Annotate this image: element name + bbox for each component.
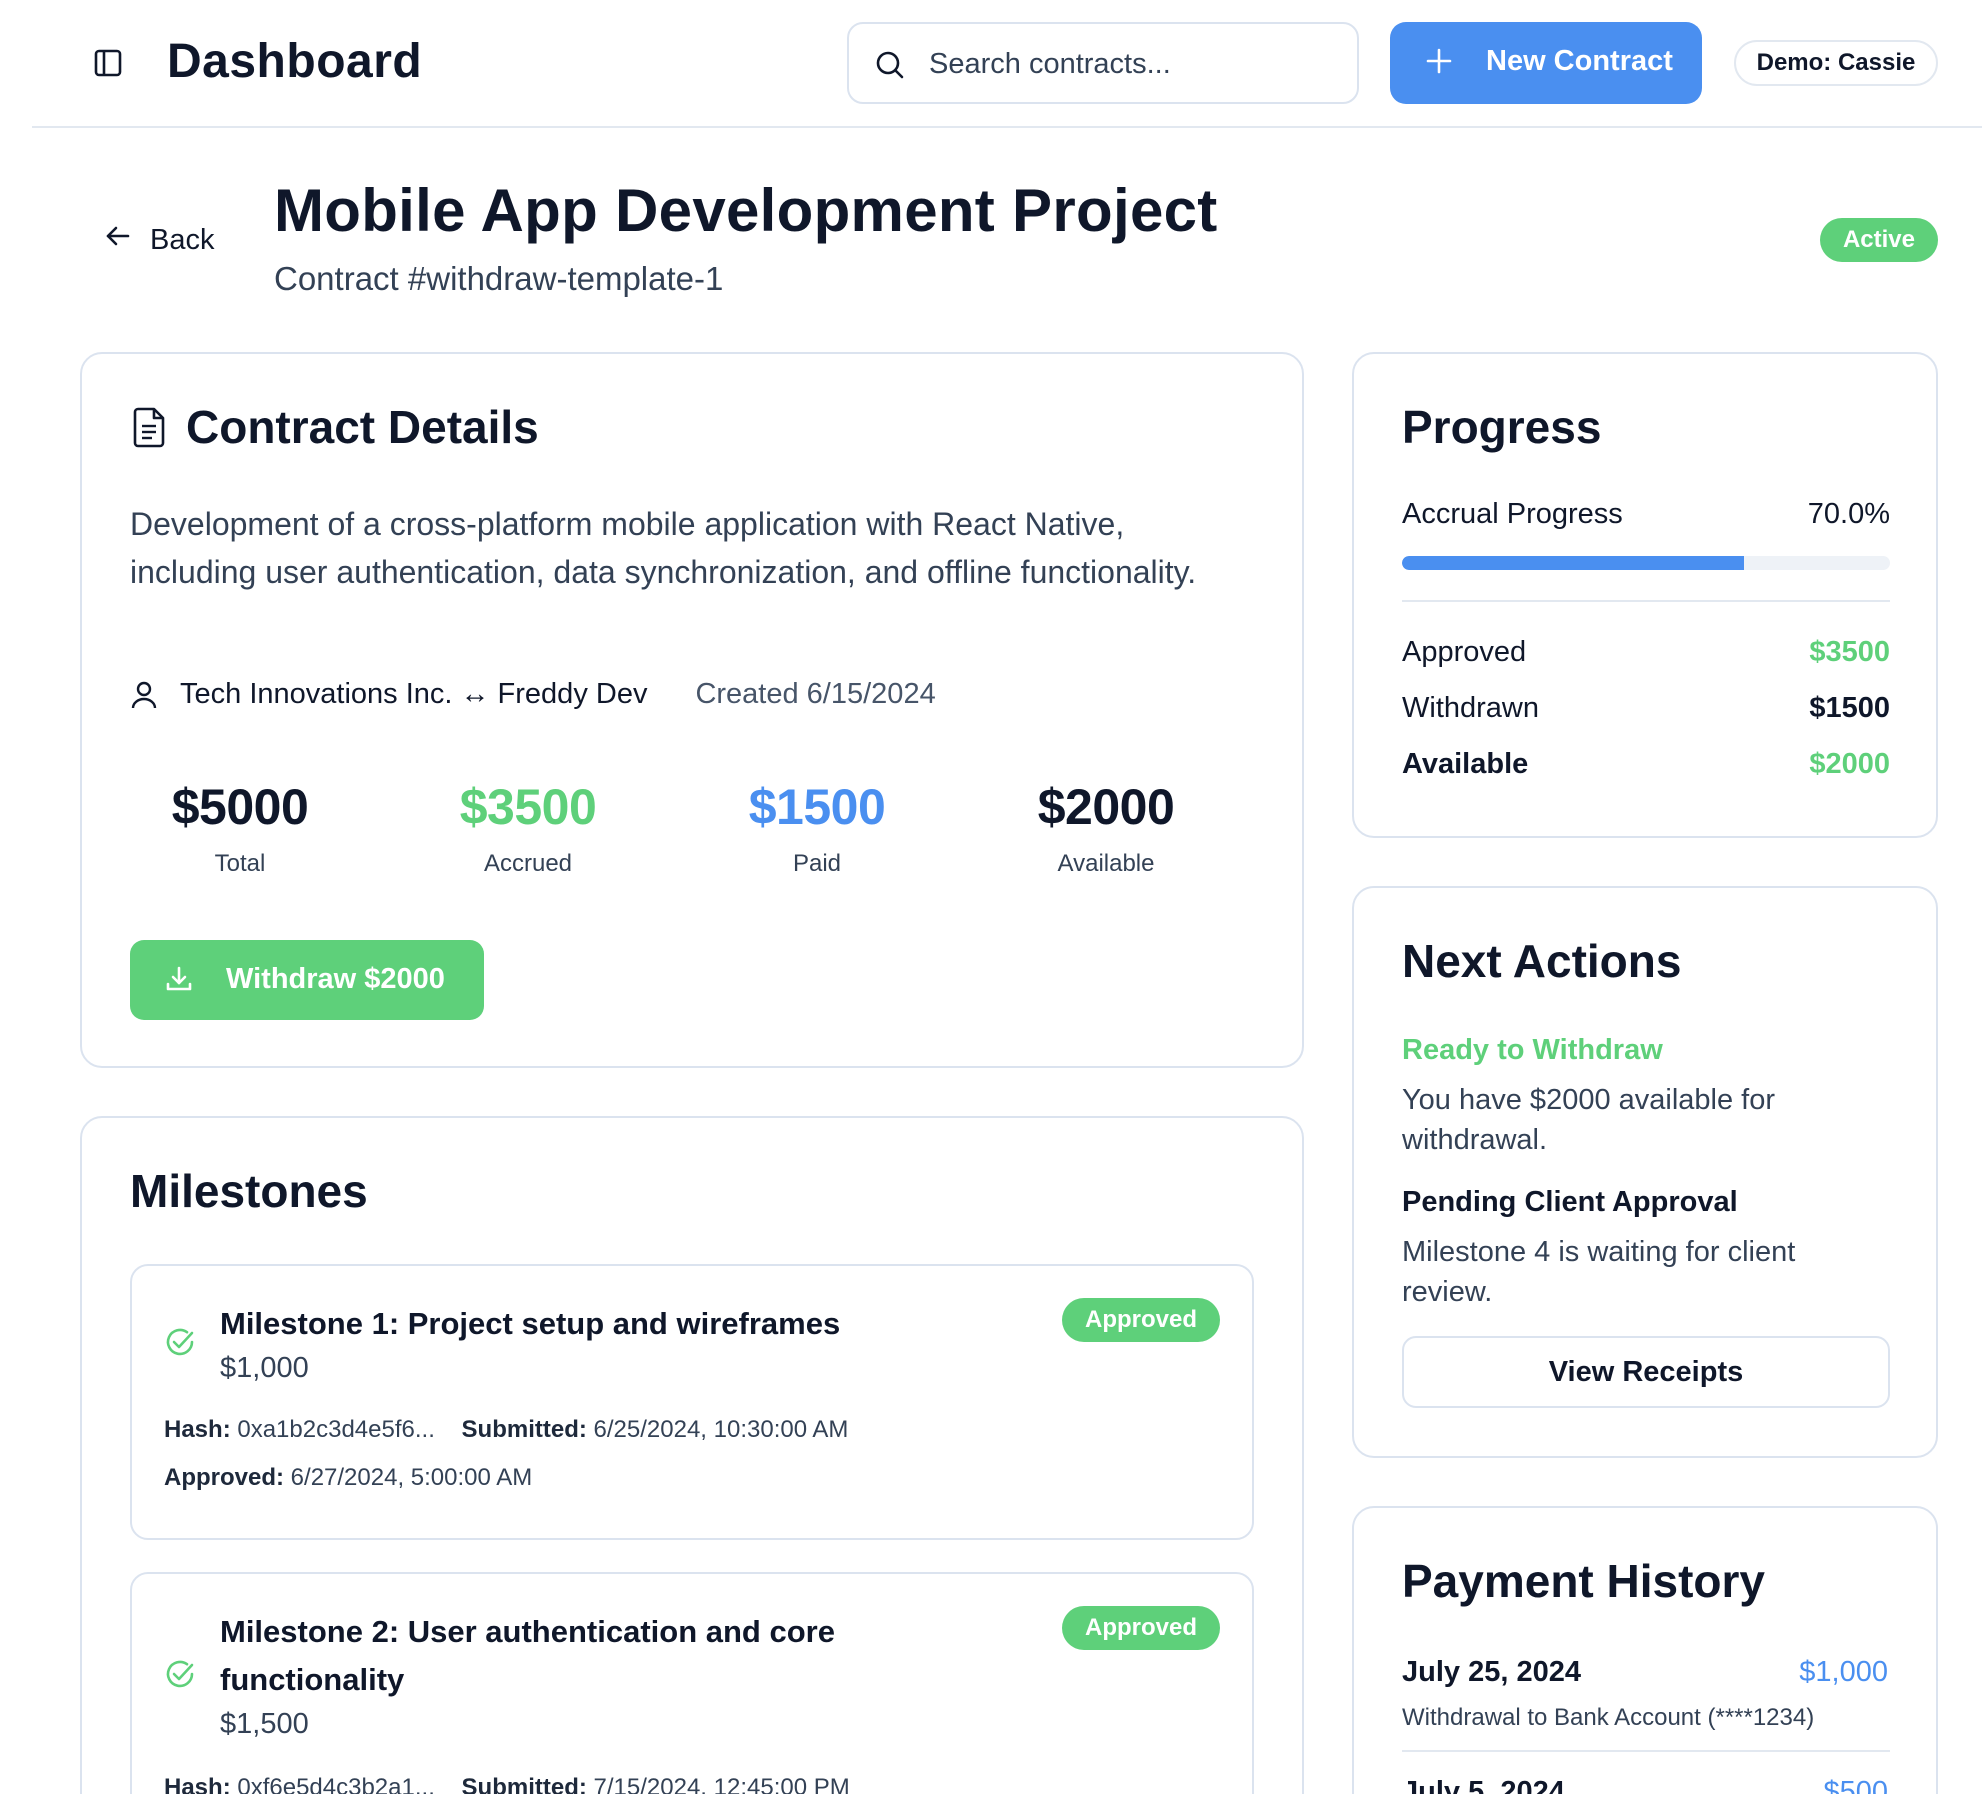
milestones-card: Milestones Milestone 1: Project setup an… [80, 1116, 1304, 1794]
new-contract-button[interactable]: New Contract [1390, 22, 1702, 104]
milestone-meta: Approved: 6/27/2024, 5:00:00 AM [164, 1464, 532, 1492]
row-label: Withdrawn [1402, 692, 1539, 724]
stat-accrued: $3500 Accrued [398, 778, 658, 878]
party-names: Tech Innovations Inc. ↔ Freddy Dev [180, 678, 648, 710]
check-circle-icon [164, 1326, 196, 1358]
stat-label: Accrued [483, 850, 573, 877]
action-text: You have $2000 available for withdrawal. [1402, 1084, 1776, 1156]
contract-parties: Tech Innovations Inc. ↔ Freddy Dev Creat… [130, 678, 936, 711]
milestone-approved: 6/27/2024, 5:00:00 AM [290, 1464, 533, 1491]
divider [1402, 1750, 1890, 1752]
back-label: Back [150, 223, 215, 256]
action-heading: Pending Client Approval [1402, 1186, 1738, 1218]
submitted-label: Submitted: [461, 1774, 587, 1794]
approved-label: Approved: [164, 1464, 284, 1491]
check-circle-icon [164, 1658, 196, 1690]
back-link[interactable]: Back [104, 222, 214, 258]
page-title: Mobile App Development Project [274, 177, 1218, 244]
view-receipts-button[interactable]: View Receipts [1402, 1336, 1890, 1408]
progress-row-withdrawn: Withdrawn $1500 [1402, 692, 1890, 725]
milestone-meta: Hash: 0xf6e5d4c3b2a1... Submitted: 7/15/… [164, 1774, 850, 1794]
stat-value: $1500 [748, 779, 886, 835]
user-icon [130, 680, 158, 710]
row-label: Available [1402, 748, 1529, 780]
milestone-hash: 0xa1b2c3d4e5f6... [237, 1416, 435, 1443]
contract-id: Contract #withdraw-template-1 [274, 260, 724, 297]
stat-paid: $1500 Paid [687, 778, 947, 878]
payment-date: July 5, 2024 [1402, 1776, 1565, 1794]
next-actions-card: Next Actions Ready to Withdraw You have … [1352, 886, 1938, 1458]
stat-total: $5000 Total [110, 778, 370, 878]
payment-amount: $500 [1823, 1776, 1888, 1794]
stat-available: $2000 Available [976, 778, 1236, 878]
row-value: $3500 [1809, 636, 1890, 668]
progress-card: Progress Accrual Progress 70.0% Approved… [1352, 352, 1938, 838]
submitted-label: Submitted: [461, 1416, 587, 1443]
milestone-status-badge: Approved [1062, 1298, 1220, 1342]
divider [1402, 600, 1890, 602]
arrow-left-icon [104, 222, 132, 258]
progress-title: Progress [1402, 401, 1602, 453]
contract-details-card: Contract Details Development of a cross-… [80, 352, 1304, 1068]
milestone-status-badge: Approved [1062, 1606, 1220, 1650]
status-badge: Active [1820, 218, 1938, 262]
action-text: Milestone 4 is waiting for client review… [1402, 1236, 1796, 1308]
milestone-amount: $1,000 [220, 1352, 309, 1384]
milestone-submitted: 6/25/2024, 10:30:00 AM [593, 1416, 849, 1443]
accrual-progress-row: Accrual Progress 70.0% [1402, 498, 1890, 531]
search-input[interactable] [929, 44, 1339, 84]
hash-label: Hash: [164, 1774, 231, 1794]
payment-history-title: Payment History [1402, 1555, 1766, 1607]
created-date: Created 6/15/2024 [695, 678, 936, 710]
progress-row-available: Available $2000 [1402, 748, 1890, 781]
accrual-progress-fill [1402, 556, 1744, 570]
progress-row-approved: Approved $3500 [1402, 636, 1890, 669]
milestone-meta: Hash: 0xa1b2c3d4e5f6... Submitted: 6/25/… [164, 1416, 848, 1444]
action-heading: Ready to Withdraw [1402, 1034, 1663, 1066]
search-icon [873, 48, 907, 82]
milestone-title: Milestone 2: User authentication and cor… [220, 1614, 835, 1697]
row-label: Approved [1402, 636, 1527, 668]
accrual-label: Accrual Progress [1402, 498, 1623, 530]
withdraw-button[interactable]: Withdraw $2000 [130, 940, 484, 1020]
milestones-title: Milestones [130, 1165, 368, 1217]
payment-history-card: Payment History July 25, 2024 $1,000 Wit… [1352, 1506, 1938, 1794]
sidebar-toggle-icon[interactable] [92, 46, 126, 80]
milestone-submitted: 7/15/2024, 12:45:00 PM [593, 1774, 850, 1794]
hash-label: Hash: [164, 1416, 231, 1443]
plus-icon [1424, 46, 1454, 76]
payment-description: Withdrawal to Bank Account (****1234) [1402, 1704, 1815, 1731]
milestone-item[interactable]: Milestone 1: Project setup and wireframe… [130, 1264, 1254, 1540]
document-icon [132, 406, 168, 448]
stat-value: $2000 [1037, 779, 1175, 835]
contract-description: Development of a cross-platform mobile a… [130, 506, 1197, 590]
app-title: Dashboard [167, 35, 423, 88]
contract-details-title: Contract Details [186, 401, 539, 453]
row-value: $1500 [1809, 692, 1890, 724]
milestone-item[interactable]: Milestone 2: User authentication and cor… [130, 1572, 1254, 1794]
stat-label: Paid [792, 850, 842, 877]
top-bar: Dashboard New Contract Demo: Cassie [32, 0, 1982, 128]
withdraw-label: Withdraw $2000 [226, 963, 445, 995]
milestone-title: Milestone 1: Project setup and wireframe… [220, 1306, 841, 1341]
stat-value: $5000 [171, 779, 309, 835]
demo-user-badge[interactable]: Demo: Cassie [1734, 40, 1938, 86]
accrual-progress-bar [1402, 556, 1890, 570]
stat-label: Total [214, 850, 266, 877]
row-value: $2000 [1809, 748, 1890, 780]
milestone-amount: $1,500 [220, 1708, 309, 1740]
search-box[interactable] [847, 22, 1359, 104]
next-actions-title: Next Actions [1402, 935, 1682, 987]
new-contract-label: New Contract [1486, 45, 1673, 77]
payment-date: July 25, 2024 [1402, 1656, 1581, 1688]
payment-amount: $1,000 [1799, 1656, 1888, 1688]
stat-label: Available [1057, 850, 1155, 877]
accrual-value: 70.0% [1807, 498, 1890, 530]
stat-value: $3500 [459, 779, 597, 835]
download-icon [164, 964, 194, 994]
milestone-hash: 0xf6e5d4c3b2a1... [237, 1774, 435, 1794]
